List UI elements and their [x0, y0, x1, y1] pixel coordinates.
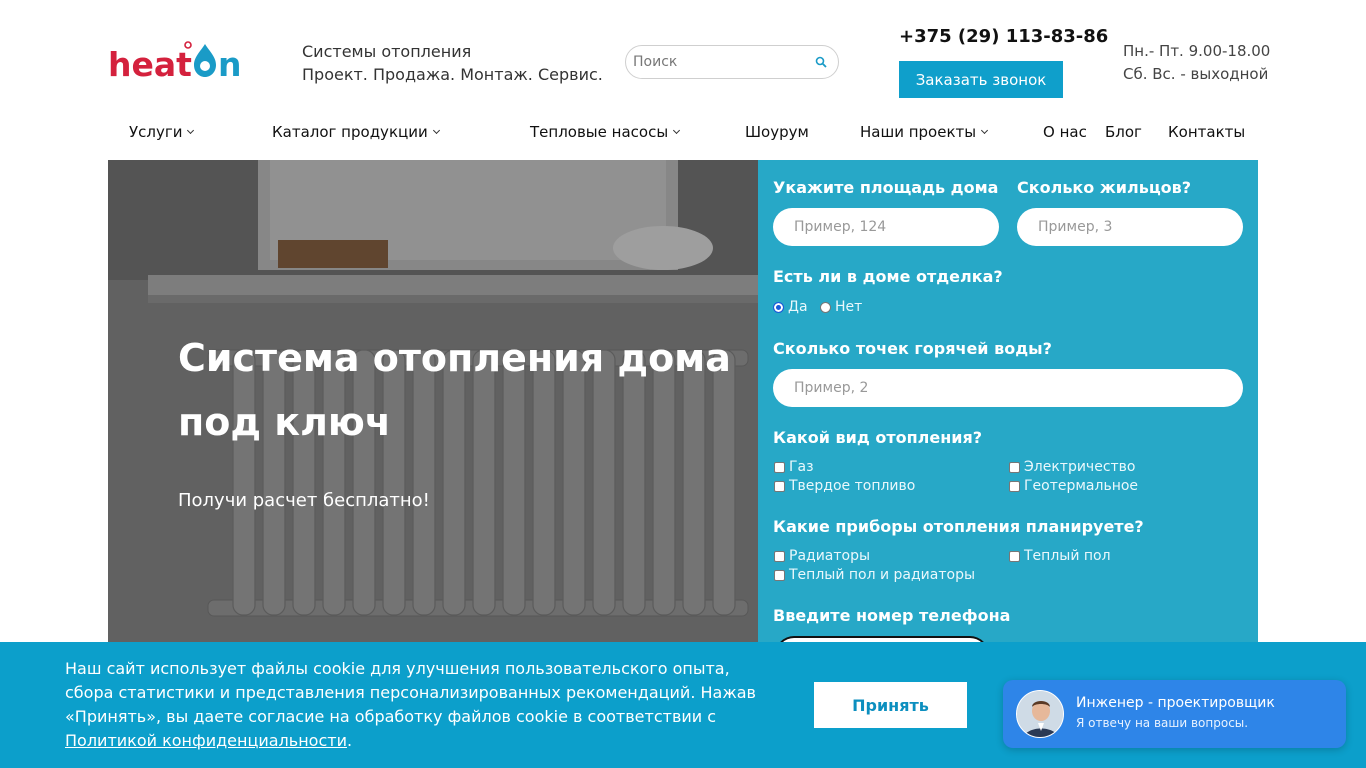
residents-label: Сколько жильцов? — [1017, 178, 1192, 197]
nav-item-about[interactable]: О нас — [1043, 123, 1087, 141]
hotwater-input[interactable]: Пример, 2 — [773, 369, 1243, 407]
heaton-logo-icon: heat n — [108, 41, 242, 84]
hero-title: Система отопления дома под ключ — [178, 336, 731, 444]
nav-item-services[interactable]: Услуги — [129, 123, 195, 141]
area-input[interactable]: Пример, 124 — [773, 208, 999, 246]
nav-label: Каталог продукции — [272, 123, 428, 141]
phone-number[interactable]: +375 (29) 113-83-86 — [899, 26, 1108, 47]
nav-item-blog[interactable]: Блог — [1105, 123, 1142, 141]
chat-message: Я отвечу на ваши вопросы. — [1076, 716, 1249, 730]
option-label: Да — [788, 299, 808, 315]
working-hours: Пн.- Пт. 9.00-18.00 Сб. Вс. - выходной — [1123, 40, 1270, 86]
checkbox[interactable] — [774, 550, 785, 562]
nav-label: Блог — [1105, 123, 1142, 141]
option-label: Газ — [789, 459, 814, 475]
nav-label: Контакты — [1168, 123, 1246, 141]
checkbox[interactable] — [774, 461, 785, 473]
option-label: Радиаторы — [789, 548, 871, 564]
accept-cookies-button[interactable]: Принять — [814, 682, 967, 728]
cookie-text-end: . — [346, 731, 353, 750]
heating-type-label: Какой вид отопления? — [773, 428, 983, 447]
hero-banner: Система отопления дома под ключ Получи р… — [108, 160, 758, 642]
checkbox[interactable] — [1009, 550, 1020, 562]
avatar — [1016, 690, 1064, 738]
area-label: Укажите площадь дома — [773, 178, 999, 197]
chevron-down-icon — [981, 126, 989, 135]
search-box — [625, 45, 839, 79]
phone-label: Введите номер телефона — [773, 606, 1011, 625]
option-label: Твердое топливо — [789, 478, 916, 494]
nav-item-showroom[interactable]: Шоурум — [745, 123, 809, 141]
nav-item-catalog[interactable]: Каталог продукции — [272, 123, 440, 141]
callback-button[interactable]: Заказать звонок — [899, 61, 1063, 98]
option-label: Теплый пол и радиаторы — [789, 567, 976, 583]
tagline-line1: Системы отопления — [302, 42, 472, 61]
nav-label: Услуги — [129, 123, 183, 141]
nav-label: Шоурум — [745, 123, 809, 141]
svg-text:heat: heat — [108, 45, 192, 82]
hours-weekend: Сб. Вс. - выходной — [1123, 65, 1269, 83]
chat-widget[interactable]: Инженер - проектировщик Я отвечу на ваши… — [1003, 680, 1346, 748]
finish-option-no[interactable]: Нет — [820, 299, 862, 315]
cookie-text: Наш сайт использует файлы cookie для улу… — [65, 657, 765, 753]
search-icon[interactable] — [814, 55, 828, 69]
logo[interactable]: heat n — [108, 40, 248, 84]
chevron-down-icon — [432, 126, 440, 135]
cookie-message: Наш сайт использует файлы cookie для улу… — [65, 659, 756, 726]
svg-text:n: n — [218, 45, 242, 82]
heating-type-electric[interactable]: Электричество — [1009, 459, 1136, 475]
nav-item-contacts[interactable]: Контакты — [1168, 123, 1245, 141]
checkbox[interactable] — [1009, 480, 1020, 492]
tagline-line2: Проект. Продажа. Монтаж. Сервис. — [302, 65, 603, 84]
device-radiators[interactable]: Радиаторы — [774, 548, 870, 564]
hours-weekdays: Пн.- Пт. 9.00-18.00 — [1123, 42, 1271, 60]
chat-agent-name: Инженер - проектировщик — [1076, 695, 1275, 711]
devices-label: Какие приборы отопления планируете? — [773, 517, 1144, 536]
nav-item-heat-pumps[interactable]: Тепловые насосы — [530, 123, 681, 141]
finish-option-yes[interactable]: Да — [773, 299, 808, 315]
checkbox[interactable] — [1009, 461, 1020, 473]
device-floor-and-radiators[interactable]: Теплый пол и радиаторы — [774, 567, 975, 583]
option-label: Геотермальное — [1024, 478, 1139, 494]
option-label: Нет — [835, 299, 863, 315]
nav-label: Наши проекты — [860, 123, 977, 141]
finish-label: Есть ли в доме отделка? — [773, 267, 1003, 286]
radio-checked[interactable] — [773, 301, 784, 313]
search-input[interactable] — [633, 54, 814, 70]
residents-input[interactable]: Пример, 3 — [1017, 208, 1243, 246]
device-floor-heating[interactable]: Теплый пол — [1009, 548, 1111, 564]
checkbox[interactable] — [774, 480, 785, 492]
checkbox[interactable] — [774, 569, 785, 581]
chevron-down-icon — [187, 126, 195, 135]
option-label: Теплый пол — [1024, 548, 1111, 564]
tagline: Системы отопления Проект. Продажа. Монта… — [302, 40, 603, 86]
privacy-policy-link[interactable]: Политикой конфиденциальности — [65, 731, 347, 750]
heating-type-gas[interactable]: Газ — [774, 459, 814, 475]
nav-label: Тепловые насосы — [530, 123, 669, 141]
engineer-avatar-icon — [1017, 691, 1063, 737]
calculation-form: Укажите площадь дома Сколько жильцов? Пр… — [758, 160, 1258, 656]
hotwater-label: Сколько точек горячей воды? — [773, 339, 1052, 358]
hero-subtitle: Получи расчет бесплатно! — [178, 490, 430, 511]
radio-unchecked[interactable] — [820, 301, 831, 313]
nav-label: О нас — [1043, 123, 1087, 141]
option-label: Электричество — [1024, 459, 1136, 475]
heating-type-solid-fuel[interactable]: Твердое топливо — [774, 478, 915, 494]
chevron-down-icon — [673, 126, 681, 135]
heating-type-geothermal[interactable]: Геотермальное — [1009, 478, 1138, 494]
nav-item-projects[interactable]: Наши проекты — [860, 123, 989, 141]
